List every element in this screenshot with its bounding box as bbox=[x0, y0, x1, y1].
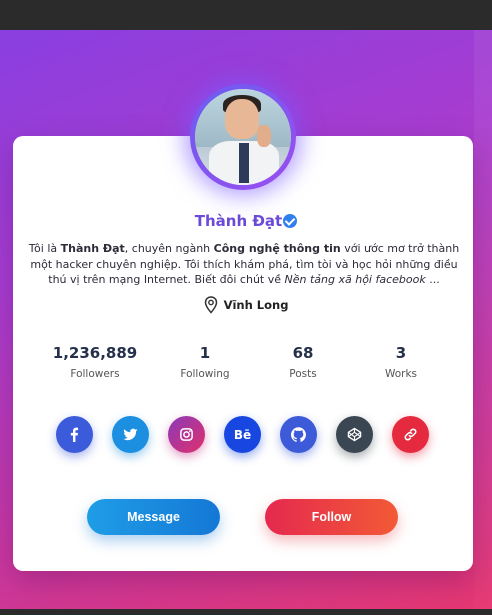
stat-label: Followers bbox=[70, 368, 120, 380]
github-button[interactable] bbox=[280, 416, 317, 453]
stat-value: 1,236,889 bbox=[52, 344, 138, 362]
instagram-icon bbox=[180, 428, 193, 441]
message-button[interactable]: Message bbox=[87, 499, 220, 535]
bio-field: Công nghệ thông tin bbox=[213, 242, 341, 255]
social-links: Bē bbox=[56, 416, 436, 454]
follow-button[interactable]: Follow bbox=[265, 499, 398, 535]
avatar-photo bbox=[195, 89, 291, 185]
instagram-button[interactable] bbox=[168, 416, 205, 453]
scrollbar[interactable] bbox=[474, 30, 492, 609]
stat-posts[interactable]: 68 Posts bbox=[248, 344, 358, 380]
verified-badge-icon bbox=[283, 214, 298, 228]
stat-value: 1 bbox=[199, 344, 211, 362]
bottom-bar bbox=[0, 609, 492, 615]
stat-value: 68 bbox=[292, 344, 314, 362]
bio-name: Thành Đạt bbox=[60, 242, 125, 255]
location: Vĩnh Long bbox=[0, 296, 492, 314]
behance-icon: Bē bbox=[233, 427, 252, 442]
codepen-icon bbox=[347, 427, 362, 442]
stat-works[interactable]: 3 Works bbox=[346, 344, 456, 380]
codepen-button[interactable] bbox=[336, 416, 373, 453]
top-bar bbox=[0, 0, 492, 30]
profile-bio: Tôi là Thành Đạt, chuyên ngành Công nghệ… bbox=[28, 241, 460, 288]
stat-label: Works bbox=[384, 368, 418, 380]
github-icon bbox=[291, 427, 306, 442]
location-pin-icon bbox=[204, 296, 217, 314]
stat-label: Following bbox=[180, 368, 230, 380]
stat-label: Posts bbox=[289, 368, 317, 380]
profile-name-text: Thành Đạt bbox=[194, 212, 283, 230]
bio-text: Tôi là bbox=[28, 242, 61, 255]
stats-row: 1,236,889 Followers 1 Following 68 Posts… bbox=[40, 344, 460, 388]
stat-following[interactable]: 1 Following bbox=[150, 344, 260, 380]
profile-name: Thành Đạt bbox=[0, 212, 492, 230]
avatar[interactable] bbox=[190, 84, 296, 190]
bio-text: ... bbox=[425, 273, 440, 286]
bio-italic: Nền tảng xã hội facebook bbox=[284, 273, 426, 286]
twitter-icon bbox=[123, 428, 138, 441]
link-icon bbox=[404, 428, 417, 441]
twitter-button[interactable] bbox=[112, 416, 149, 453]
behance-button[interactable]: Bē bbox=[224, 416, 261, 453]
facebook-icon bbox=[70, 427, 79, 442]
location-text: Vĩnh Long bbox=[223, 298, 289, 312]
stat-followers[interactable]: 1,236,889 Followers bbox=[40, 344, 150, 380]
stat-value: 3 bbox=[395, 344, 407, 362]
link-button[interactable] bbox=[392, 416, 429, 453]
bio-text: , chuyên ngành bbox=[124, 242, 214, 255]
facebook-button[interactable] bbox=[56, 416, 93, 453]
